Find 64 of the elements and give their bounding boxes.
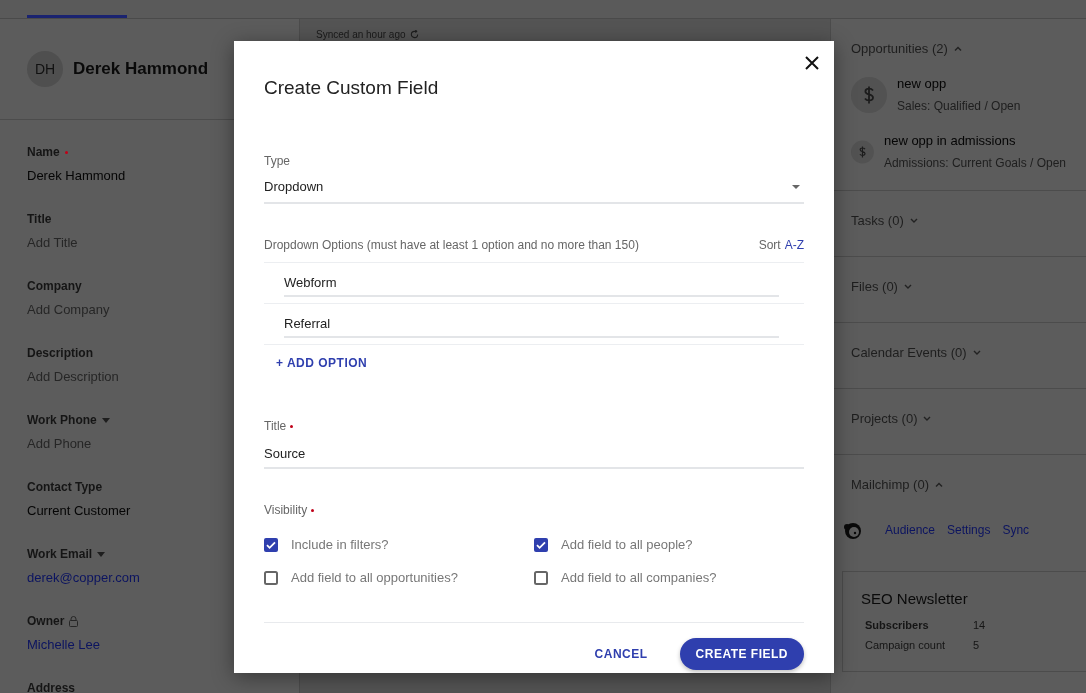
refresh-icon[interactable] bbox=[409, 30, 419, 39]
stat-value: 5 bbox=[973, 639, 980, 651]
stat-label: Subscribers bbox=[865, 619, 930, 631]
checkbox[interactable] bbox=[534, 570, 548, 585]
checkbox[interactable] bbox=[264, 570, 278, 585]
options-label: Dropdown Options (must have at least 1 option and no more than 150) bbox=[264, 238, 640, 252]
caret-icon[interactable] bbox=[792, 184, 800, 189]
mailchimp-link[interactable]: Audience bbox=[885, 523, 936, 537]
required-dot bbox=[290, 424, 294, 428]
chevron-down-icon[interactable] bbox=[903, 284, 912, 289]
checkbox-label[interactable]: Add field to all opportunities? bbox=[291, 570, 458, 585]
section-title[interactable]: Files (0) bbox=[851, 279, 898, 294]
checkbox-label[interactable]: Include in filters? bbox=[291, 537, 389, 552]
chevron-up-icon[interactable] bbox=[953, 46, 962, 51]
required-dot bbox=[64, 150, 68, 154]
checkbox[interactable] bbox=[264, 537, 278, 552]
section-title[interactable]: Projects (0) bbox=[851, 411, 918, 426]
close-icon[interactable] bbox=[805, 56, 819, 70]
field-label: Visibility bbox=[264, 503, 308, 517]
chevron-down-icon[interactable] bbox=[972, 350, 981, 355]
field-label: Address bbox=[27, 681, 76, 693]
checkbox-label[interactable]: Add field to all people? bbox=[561, 537, 693, 552]
opportunity-stage: Admissions: Current Goals / Open bbox=[883, 156, 1066, 170]
field-label: Title bbox=[264, 419, 287, 433]
field-label: Work Email bbox=[27, 547, 93, 561]
mailchimp-link[interactable]: Sync bbox=[1002, 523, 1030, 537]
opportunity-name[interactable]: new opp bbox=[897, 76, 1021, 91]
create-field-button[interactable]: CREATE FIELD bbox=[679, 638, 804, 670]
field-label: Work Phone bbox=[27, 413, 97, 427]
cancel-button[interactable]: CANCEL bbox=[594, 647, 648, 661]
field-label: Company bbox=[27, 279, 82, 293]
section-title[interactable]: Opportunities (2) bbox=[851, 41, 948, 56]
field-label: Owner bbox=[27, 614, 65, 628]
newsletter-title: SEO Newsletter bbox=[861, 590, 969, 607]
section-title[interactable]: Tasks (0) bbox=[851, 213, 904, 228]
chevron-up-icon[interactable] bbox=[935, 482, 943, 487]
contact-name: Derek Hammond bbox=[73, 59, 209, 79]
avatar: DH bbox=[27, 51, 63, 87]
type-select[interactable]: Dropdown bbox=[264, 179, 804, 204]
section-title[interactable]: Calendar Events (0) bbox=[851, 345, 967, 360]
lock-icon bbox=[69, 615, 79, 627]
field-label: Description bbox=[27, 346, 93, 360]
sort-link[interactable]: A-Z bbox=[784, 238, 804, 252]
dollar-icon bbox=[851, 76, 887, 113]
chevron-down-icon[interactable] bbox=[923, 416, 932, 421]
dialog-title: Create Custom Field bbox=[264, 77, 440, 99]
checkbox[interactable] bbox=[534, 537, 548, 552]
field-label: Name bbox=[27, 145, 60, 159]
chevron-down-icon[interactable] bbox=[909, 218, 918, 223]
caret-icon[interactable] bbox=[97, 551, 106, 557]
add-option-button[interactable]: + ADD OPTION bbox=[276, 356, 368, 370]
sort-label: Sort bbox=[758, 238, 781, 252]
caret-icon[interactable] bbox=[101, 417, 110, 423]
field-label: Title bbox=[27, 212, 52, 226]
field-label: Type bbox=[264, 154, 290, 168]
stat-label: Campaign count bbox=[865, 639, 947, 651]
field-label: Contact Type bbox=[27, 480, 103, 494]
required-dot bbox=[311, 508, 315, 512]
section-title[interactable]: Mailchimp (0) bbox=[851, 477, 929, 492]
checkbox-label[interactable]: Add field to all companies? bbox=[561, 570, 717, 585]
mailchimp-link[interactable]: Settings bbox=[947, 523, 991, 537]
opportunity-stage: Sales: Qualified / Open bbox=[897, 99, 1021, 113]
opportunity-name[interactable]: new opp in admissions bbox=[883, 133, 1066, 148]
stat-value: 14 bbox=[973, 619, 986, 631]
